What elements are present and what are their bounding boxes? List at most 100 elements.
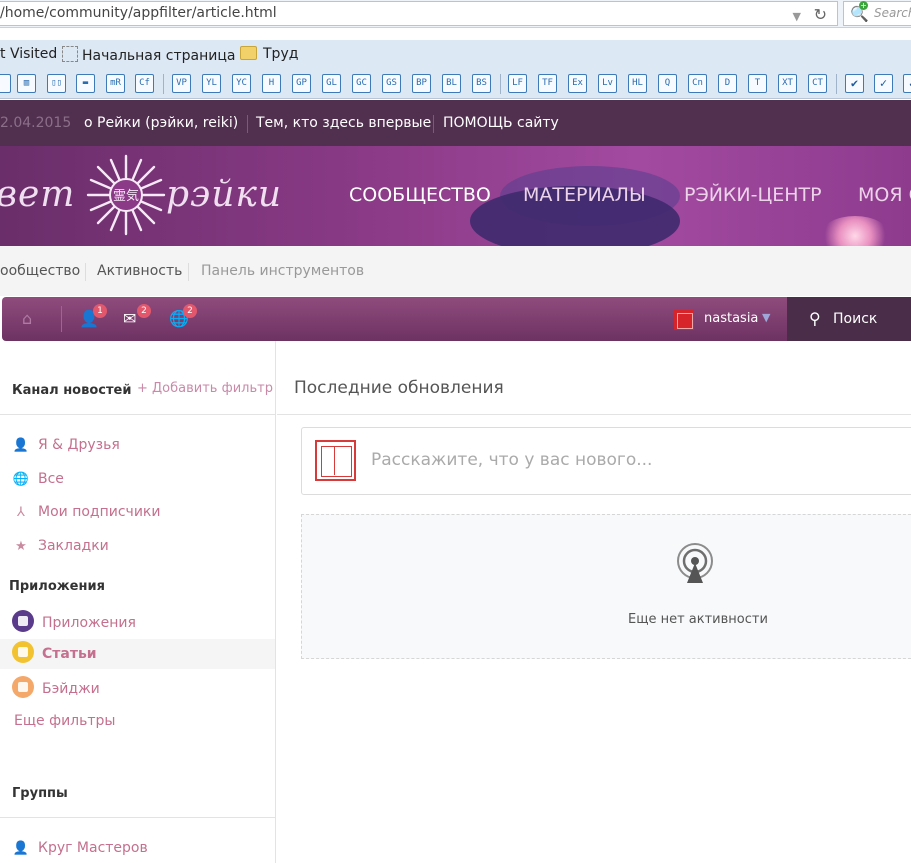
app-badges[interactable]: Бэйджи: [12, 676, 100, 698]
search-button[interactable]: ⚲ Поиск: [787, 297, 911, 341]
filter-label: Все: [38, 471, 64, 487]
toolbar-separator: [163, 74, 164, 94]
filter-label: Я & Друзья: [38, 437, 120, 453]
tb-YC[interactable]: YC: [232, 74, 251, 93]
tb-BP[interactable]: BP: [412, 74, 431, 93]
breadcrumb-community[interactable]: ообщество: [0, 263, 80, 279]
filter-all[interactable]: 🌐 Все: [12, 471, 64, 487]
bookmark-label: t Visited: [0, 46, 58, 62]
tb-Ex[interactable]: Ex: [568, 74, 587, 93]
page-icon[interactable]: ▯▯: [47, 74, 66, 93]
filter-bookmarks[interactable]: ★ Закладки: [12, 538, 109, 554]
nav-my[interactable]: МОЯ С: [858, 184, 911, 206]
tb-BS[interactable]: BS: [472, 74, 491, 93]
browser-search-field[interactable]: 🔍 + Search: [843, 1, 911, 26]
breadcrumb-divider: [188, 263, 189, 281]
notifications-badge: 2: [183, 304, 197, 318]
tb-CT[interactable]: CT: [808, 74, 827, 93]
breadcrumb-dashboard: Панель инструментов: [201, 263, 365, 279]
tb-VP[interactable]: VP: [172, 74, 191, 93]
sidebar: Канал новостей + Добавить фильтр 👤 Я & Др…: [0, 341, 276, 863]
logo-text-left[interactable]: вет: [0, 174, 75, 215]
tb-H[interactable]: H: [262, 74, 281, 93]
tb-Lv[interactable]: Lv: [598, 74, 617, 93]
tb-BL[interactable]: BL: [442, 74, 461, 93]
mail-icon[interactable]: ✉ 2: [123, 304, 151, 328]
tb-TF[interactable]: TF: [538, 74, 557, 93]
check-icon[interactable]: ✔: [845, 74, 864, 93]
filter-label: Закладки: [38, 538, 109, 554]
tb-XT[interactable]: XT: [778, 74, 797, 93]
url-field[interactable]: /home/community/appfilter/article.html ▼…: [0, 1, 838, 26]
extension-toolbar: ▥ ▯▯ ▬ mR Cf VP YL YC H GP GL GC GS BP B…: [0, 70, 911, 99]
nav-materials[interactable]: МАТЕРИАЛЫ: [523, 184, 646, 206]
status-input[interactable]: Расскажите, что у вас нового...: [371, 450, 652, 470]
filter-me-friends[interactable]: 👤 Я & Друзья: [12, 437, 120, 453]
apps-title: Приложения: [9, 579, 105, 594]
bookmark-label: Труд: [263, 46, 299, 62]
friends-icon[interactable]: 👤 1: [79, 304, 107, 328]
chevron-down-icon[interactable]: ▼: [762, 311, 770, 324]
reload-icon[interactable]: ↻: [814, 3, 827, 26]
tb-Cf[interactable]: Cf: [135, 74, 154, 93]
check-list-icon[interactable]: ✓: [874, 74, 893, 93]
topbar-link-newcomers[interactable]: Тем, кто здесь впервые: [256, 115, 431, 131]
status-box[interactable]: Расскажите, что у вас нового...: [301, 427, 911, 495]
star-icon: ★: [15, 539, 27, 554]
tb-GC[interactable]: GC: [352, 74, 371, 93]
messages-badge: 2: [137, 304, 151, 318]
bookmarks-bar: t Visited Начальная страница Труд: [0, 40, 911, 70]
network-icon: ⅄: [17, 505, 25, 520]
group-masters-circle[interactable]: 👤 Круг Мастеров: [12, 840, 148, 856]
user-avatar[interactable]: [674, 310, 694, 330]
bookmark-most-visited[interactable]: t Visited: [0, 46, 57, 62]
tb-GS[interactable]: GS: [382, 74, 401, 93]
empty-activity-message: Еще нет активности: [628, 612, 768, 627]
current-date: 2.04.2015: [0, 115, 72, 131]
bookmark-trud[interactable]: Труд: [240, 46, 298, 62]
nav-community[interactable]: СООБЩЕСТВО: [349, 184, 491, 206]
globe-icon[interactable]: 🌐 2: [169, 304, 197, 328]
topbar-divider: [433, 115, 434, 133]
bookmark-start-page[interactable]: Начальная страница: [62, 46, 235, 64]
news-feed-title: Канал новостей: [12, 383, 132, 398]
toolbar-separator: [500, 74, 501, 94]
tb-T[interactable]: T: [748, 74, 767, 93]
tb-Cn[interactable]: Cn: [688, 74, 707, 93]
username[interactable]: nastasia: [704, 311, 758, 326]
site-top-bar: 2.04.2015 о Рейки (рэйки, reiki) Тем, кт…: [0, 100, 911, 146]
home-icon[interactable]: ⌂: [22, 309, 32, 328]
tb-HL[interactable]: HL: [628, 74, 647, 93]
sidebar-divider: [0, 817, 275, 818]
tb-GL[interactable]: GL: [322, 74, 341, 93]
url-dropdown-icon[interactable]: ▼: [793, 5, 801, 28]
main-content: Последние обновления Расскажите, что у в…: [277, 341, 911, 863]
app-applications[interactable]: Приложения: [12, 610, 136, 632]
browser-search-placeholder: Search: [874, 6, 911, 20]
tb-LF[interactable]: LF: [508, 74, 527, 93]
filter-followers[interactable]: ⅄ Мои подписчики: [12, 504, 160, 520]
nav-reiki-center[interactable]: РЭЙКИ-ЦЕНТР: [684, 184, 822, 206]
tb-Q[interactable]: Q: [658, 74, 677, 93]
broadcast-icon: [677, 543, 713, 583]
topbar-link-about-reiki[interactable]: о Рейки (рэйки, reiki): [84, 115, 238, 131]
breadcrumb-divider: [85, 263, 86, 281]
topbar-link-help[interactable]: ПОМОЩЬ сайту: [443, 115, 559, 131]
chart-icon[interactable]: ▥: [17, 74, 36, 93]
bar-icon[interactable]: ▬: [76, 74, 95, 93]
sun-logo-icon[interactable]: 霊気: [86, 152, 166, 238]
tb-D[interactable]: D: [718, 74, 737, 93]
app-articles[interactable]: Статьи: [0, 639, 275, 669]
tb-mR[interactable]: mR: [106, 74, 125, 93]
apps-icon: [12, 610, 34, 632]
tb-GP[interactable]: GP: [292, 74, 311, 93]
add-filter-link[interactable]: + Добавить фильтр: [137, 381, 273, 396]
toolbar-button-partial[interactable]: [0, 74, 11, 93]
more-filters-link[interactable]: Еще фильтры: [14, 713, 115, 729]
logo-text-right[interactable]: рэйки: [166, 174, 282, 215]
check-list-icon[interactable]: ✓: [903, 74, 911, 93]
header-decor: [820, 216, 890, 246]
search-button-label: Поиск: [833, 311, 878, 327]
tb-YL[interactable]: YL: [202, 74, 221, 93]
breadcrumb-activity[interactable]: Активность: [97, 263, 182, 279]
